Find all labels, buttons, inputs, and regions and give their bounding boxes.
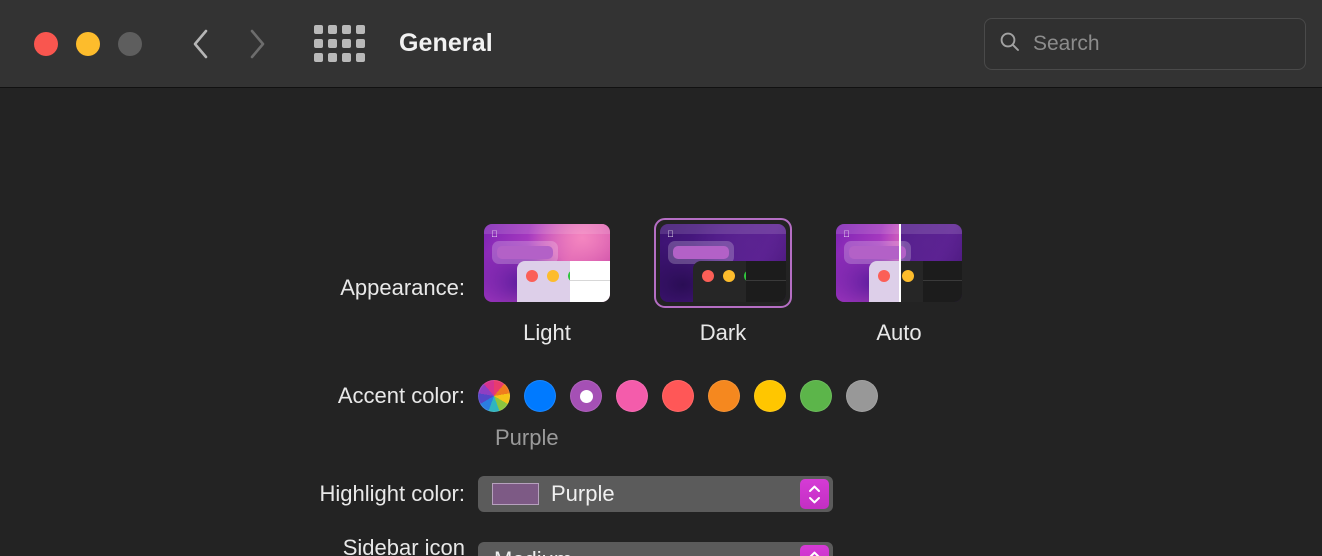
appearance-thumbnail-auto[interactable]:  (830, 218, 968, 308)
accent-color-row: Accent color: (295, 380, 878, 412)
appearance-label: Appearance: (340, 275, 465, 300)
search-field[interactable] (984, 18, 1306, 70)
page-title: General (399, 29, 493, 57)
appearance-option-light[interactable]:  Light (478, 218, 616, 346)
appearance-label-light: Light (523, 320, 571, 345)
general-preferences-pane: Appearance:  Light (0, 88, 1322, 556)
back-arrow-icon[interactable] (190, 27, 212, 61)
sidebar-icon-size-value: Medium (494, 547, 572, 556)
highlight-color-popup[interactable]: Purple (478, 476, 833, 512)
appearance-options:  Light  (478, 218, 968, 346)
search-input[interactable] (1033, 32, 1291, 56)
accent-swatch-green[interactable] (800, 380, 832, 412)
search-icon (999, 31, 1020, 57)
zoom-button (118, 31, 142, 56)
accent-swatch-blue[interactable] (524, 380, 556, 412)
window-controls (34, 31, 142, 56)
accent-swatch-yellow[interactable] (754, 380, 786, 412)
highlight-color-chip (492, 483, 539, 505)
accent-swatch-pink[interactable] (616, 380, 648, 412)
navigation-buttons (190, 27, 268, 61)
highlight-color-label: Highlight color: (319, 480, 465, 506)
accent-swatch-graphite[interactable] (846, 380, 878, 412)
accent-swatch-orange[interactable] (708, 380, 740, 412)
sidebar-icon-size-stepper-icon[interactable] (800, 545, 829, 556)
forward-arrow-icon (246, 27, 268, 61)
sidebar-icon-size-row: Sidebar icon size: Medium (295, 535, 833, 556)
appearance-row: Appearance:  Light (295, 218, 968, 346)
appearance-option-dark[interactable]:  Dark (654, 218, 792, 346)
sidebar-icon-size-label: Sidebar icon size: (342, 535, 465, 556)
window-toolbar: General (0, 0, 1322, 88)
minimize-button[interactable] (76, 31, 100, 56)
appearance-thumbnail-dark[interactable]:  (654, 218, 792, 308)
appearance-thumbnail-light[interactable]:  (478, 218, 616, 308)
accent-color-swatches (478, 380, 878, 412)
appearance-label-dark: Dark (699, 320, 747, 345)
sidebar-icon-size-popup[interactable]: Medium (478, 542, 833, 556)
show-all-grid-icon[interactable] (314, 25, 365, 62)
appearance-label-auto: Auto (876, 320, 922, 345)
accent-color-name: Purple (495, 425, 559, 450)
appearance-option-auto[interactable]:  (830, 218, 968, 346)
highlight-color-row: Highlight color: Purple (295, 476, 833, 512)
accent-swatch-red[interactable] (662, 380, 694, 412)
highlight-color-value: Purple (551, 481, 615, 506)
accent-swatch-multicolor[interactable] (478, 380, 510, 412)
highlight-color-stepper-icon[interactable] (800, 479, 829, 509)
accent-color-label: Accent color: (337, 382, 465, 408)
close-button[interactable] (34, 31, 58, 56)
accent-swatch-purple[interactable] (570, 380, 602, 412)
